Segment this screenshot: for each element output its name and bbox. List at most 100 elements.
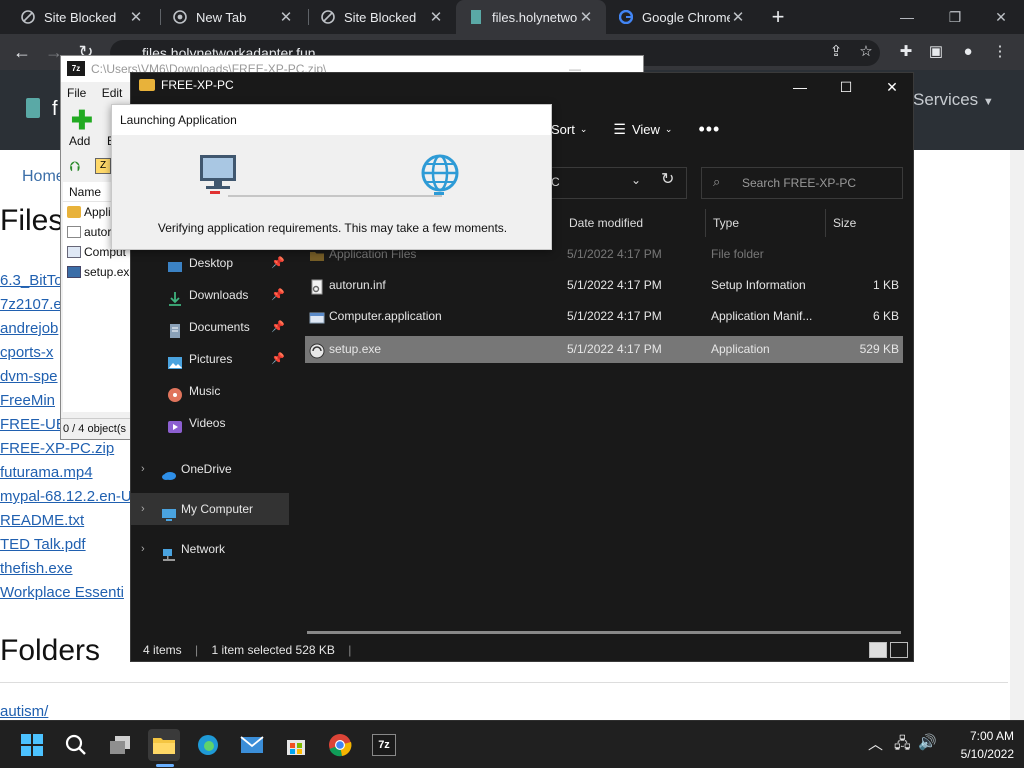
back-icon[interactable]: ← xyxy=(10,40,34,64)
close-icon[interactable]: ✕ xyxy=(730,8,746,26)
close-icon[interactable]: ✕ xyxy=(578,8,594,26)
store-icon[interactable] xyxy=(280,729,312,761)
nav-item-music[interactable]: Music xyxy=(131,375,289,407)
list-item[interactable]: setup.exe xyxy=(63,262,131,282)
progress-line xyxy=(228,195,442,197)
tab-label: New Tab xyxy=(196,9,247,25)
address-tail: C xyxy=(551,175,560,189)
large-icons-view-icon[interactable] xyxy=(890,642,908,658)
menu-icon[interactable]: ⋮ xyxy=(990,42,1010,62)
file-link[interactable]: README.txt xyxy=(0,512,132,536)
menu-file[interactable]: File xyxy=(67,86,86,100)
bookmark-star-icon[interactable]: ☆ xyxy=(856,42,876,62)
file-link[interactable]: futurama.mp4 xyxy=(0,464,132,488)
extensions-icon[interactable]: ✚ xyxy=(896,42,916,62)
file-size: 6 KB xyxy=(872,309,899,323)
pin-icon[interactable]: 📌 xyxy=(271,247,285,279)
close-icon[interactable]: ✕ xyxy=(128,8,144,26)
add-button-label[interactable]: Add xyxy=(69,134,90,148)
blocked-icon xyxy=(20,9,36,25)
site-logo-icon[interactable] xyxy=(26,98,40,118)
file-date: 5/1/2022 4:17 PM xyxy=(567,247,662,261)
column-type[interactable]: Type xyxy=(707,209,739,237)
site-logo-text[interactable]: f xyxy=(52,98,58,121)
share-icon[interactable]: ⇪ xyxy=(826,42,846,62)
chevron-right-icon[interactable]: › xyxy=(141,533,145,565)
7zip-icon[interactable]: 7z xyxy=(368,729,400,761)
search-icon[interactable] xyxy=(60,729,92,761)
tab-google-chrome[interactable]: Google Chrome ✕ xyxy=(606,0,758,34)
network-status-icon[interactable]: 🖧 xyxy=(894,733,911,758)
file-link[interactable]: thefish.exe xyxy=(0,560,132,584)
nav-label: Network xyxy=(181,542,226,556)
launching-dialog: Launching Application Verifying applicat… xyxy=(111,104,552,250)
nav-item-documents[interactable]: Documents 📌 xyxy=(131,311,289,343)
search-input[interactable]: Search FREE-XP-PC xyxy=(701,167,903,199)
table-row[interactable]: autorun.inf 5/1/2022 4:17 PM Setup Infor… xyxy=(305,272,903,303)
nav-item-onedrive[interactable]: › OneDrive xyxy=(131,453,289,485)
column-separator xyxy=(825,209,826,237)
profile-icon[interactable]: ● xyxy=(958,42,978,62)
view-button[interactable]: ☰ View ⌄ xyxy=(613,121,672,138)
clock[interactable]: 7:00 AM 5/10/2022 xyxy=(944,727,1014,763)
start-icon[interactable] xyxy=(16,729,48,761)
table-row[interactable]: Computer.application 5/1/2022 4:17 PM Ap… xyxy=(305,303,903,334)
pin-icon[interactable]: 📌 xyxy=(271,279,285,311)
navigation-pane: Desktop 📌 Downloads 📌 Documents 📌 Pictur… xyxy=(131,247,289,439)
nav-item-downloads[interactable]: Downloads 📌 xyxy=(131,279,289,311)
up-folder-icon[interactable]: ⮉ xyxy=(67,158,83,174)
maximize-icon[interactable]: ☐ xyxy=(823,73,869,101)
services-menu[interactable]: Services ▼ xyxy=(913,90,994,110)
close-icon[interactable]: ✕ xyxy=(278,8,294,26)
tab-new-tab[interactable]: New Tab ✕ xyxy=(160,0,306,34)
edge-icon[interactable] xyxy=(192,729,224,761)
chevron-right-icon[interactable]: › xyxy=(141,493,145,525)
side-panel-icon[interactable]: ▣ xyxy=(926,42,946,62)
column-size[interactable]: Size xyxy=(827,209,856,237)
pin-icon[interactable]: 📌 xyxy=(271,311,285,343)
nav-item-network[interactable]: › Network xyxy=(131,533,289,565)
file-link[interactable]: TED Talk.pdf xyxy=(0,536,132,560)
close-window-icon[interactable]: ✕ xyxy=(978,0,1024,34)
file-link[interactable]: mypal-68.12.2.en-U xyxy=(0,488,132,512)
breadcrumb-home[interactable]: Home xyxy=(22,168,65,186)
column-date-modified[interactable]: Date modified xyxy=(563,209,643,237)
tab-files-holynetwork[interactable]: files.holynetwo ✕ xyxy=(456,0,606,34)
file-date: 5/1/2022 4:17 PM xyxy=(567,309,662,323)
sort-button[interactable]: Sort ⌄ xyxy=(551,122,587,137)
file-list: Application Files 5/1/2022 4:17 PM File … xyxy=(305,241,903,363)
file-link[interactable]: Workplace Essenti xyxy=(0,584,132,608)
add-icon[interactable]: ✚ xyxy=(71,107,93,133)
file-link[interactable]: FREE-XP-PC.zip xyxy=(0,440,132,464)
close-icon[interactable]: ✕ xyxy=(428,8,444,26)
horizontal-scrollbar[interactable] xyxy=(307,631,901,634)
minimize-icon[interactable]: — xyxy=(884,0,930,34)
chrome-icon[interactable] xyxy=(324,729,356,761)
nav-item-pictures[interactable]: Pictures 📌 xyxy=(131,343,289,375)
restore-icon[interactable]: ❐ xyxy=(932,0,978,34)
volume-icon[interactable]: 🔊 xyxy=(918,733,937,751)
nav-item-desktop[interactable]: Desktop 📌 xyxy=(131,247,289,279)
nav-label: Videos xyxy=(189,416,226,430)
folder-link[interactable]: autism/ xyxy=(0,703,48,720)
page-scrollbar[interactable] xyxy=(1010,150,1024,720)
tab-site-blocked-1[interactable]: Site Blocked ✕ xyxy=(8,0,156,34)
file-explorer-icon[interactable] xyxy=(148,729,180,761)
details-view-icon[interactable] xyxy=(869,642,887,658)
refresh-icon[interactable]: ↻ xyxy=(661,169,674,189)
show-hidden-icons-chevron-icon[interactable]: ︿ xyxy=(868,733,883,754)
menu-edit[interactable]: Edit xyxy=(102,86,123,100)
pin-icon[interactable]: 📌 xyxy=(271,343,285,375)
nav-item-videos[interactable]: Videos xyxy=(131,407,289,439)
nav-item-my-computer[interactable]: › My Computer xyxy=(131,493,289,525)
mail-icon[interactable] xyxy=(236,729,268,761)
new-tab-button[interactable]: + xyxy=(766,4,790,30)
table-row-selected[interactable]: setup.exe 5/1/2022 4:17 PM Application 5… xyxy=(305,336,903,363)
chevron-right-icon[interactable]: › xyxy=(141,453,145,485)
more-options-button[interactable]: ••• xyxy=(698,119,720,140)
address-history-chevron-icon[interactable]: ⌄ xyxy=(631,173,641,187)
task-view-icon[interactable] xyxy=(104,729,136,761)
close-icon[interactable]: ✕ xyxy=(869,73,915,101)
minimize-icon[interactable]: — xyxy=(777,73,823,101)
tab-site-blocked-2[interactable]: Site Blocked ✕ xyxy=(308,0,456,34)
